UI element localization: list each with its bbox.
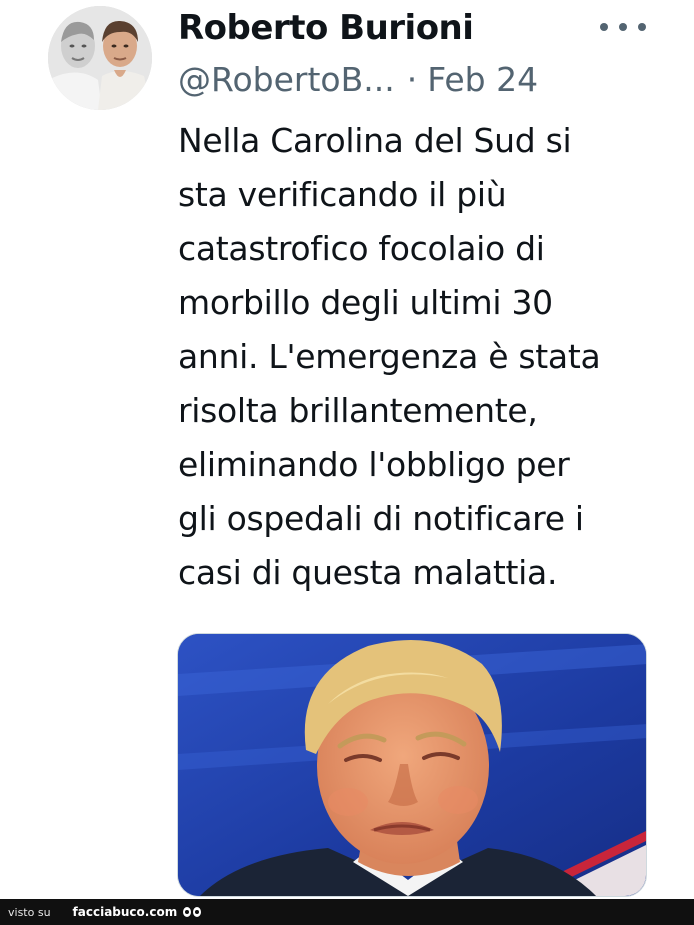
media-photo xyxy=(178,634,646,896)
tweet-date[interactable]: Feb 24 xyxy=(427,60,538,99)
avatar-image xyxy=(48,6,152,110)
author-name[interactable]: Roberto Burioni xyxy=(178,8,474,48)
tweet-media-image[interactable] xyxy=(177,633,647,897)
more-dot xyxy=(619,23,627,31)
meta-separator: · xyxy=(406,60,418,99)
more-horizontal-icon xyxy=(600,23,608,31)
footer-prefix: visto su xyxy=(8,905,51,919)
tweet-screenshot: Roberto Burioni @RobertoB... · Feb 24 Nell… xyxy=(0,0,694,925)
more-dot xyxy=(638,23,646,31)
eyes-icon xyxy=(183,907,202,917)
tweet-meta: @RobertoB... · Feb 24 xyxy=(178,60,538,99)
footer-site-link[interactable]: facciabuco.com xyxy=(73,905,178,919)
more-options-button[interactable] xyxy=(600,12,646,42)
tweet-text: Nella Carolina del Sud si sta verificand… xyxy=(178,121,601,592)
author-handle[interactable]: @RobertoB... xyxy=(178,60,395,99)
author-avatar[interactable] xyxy=(48,6,152,110)
watermark-footer: visto su facciabuco.com xyxy=(0,899,694,925)
